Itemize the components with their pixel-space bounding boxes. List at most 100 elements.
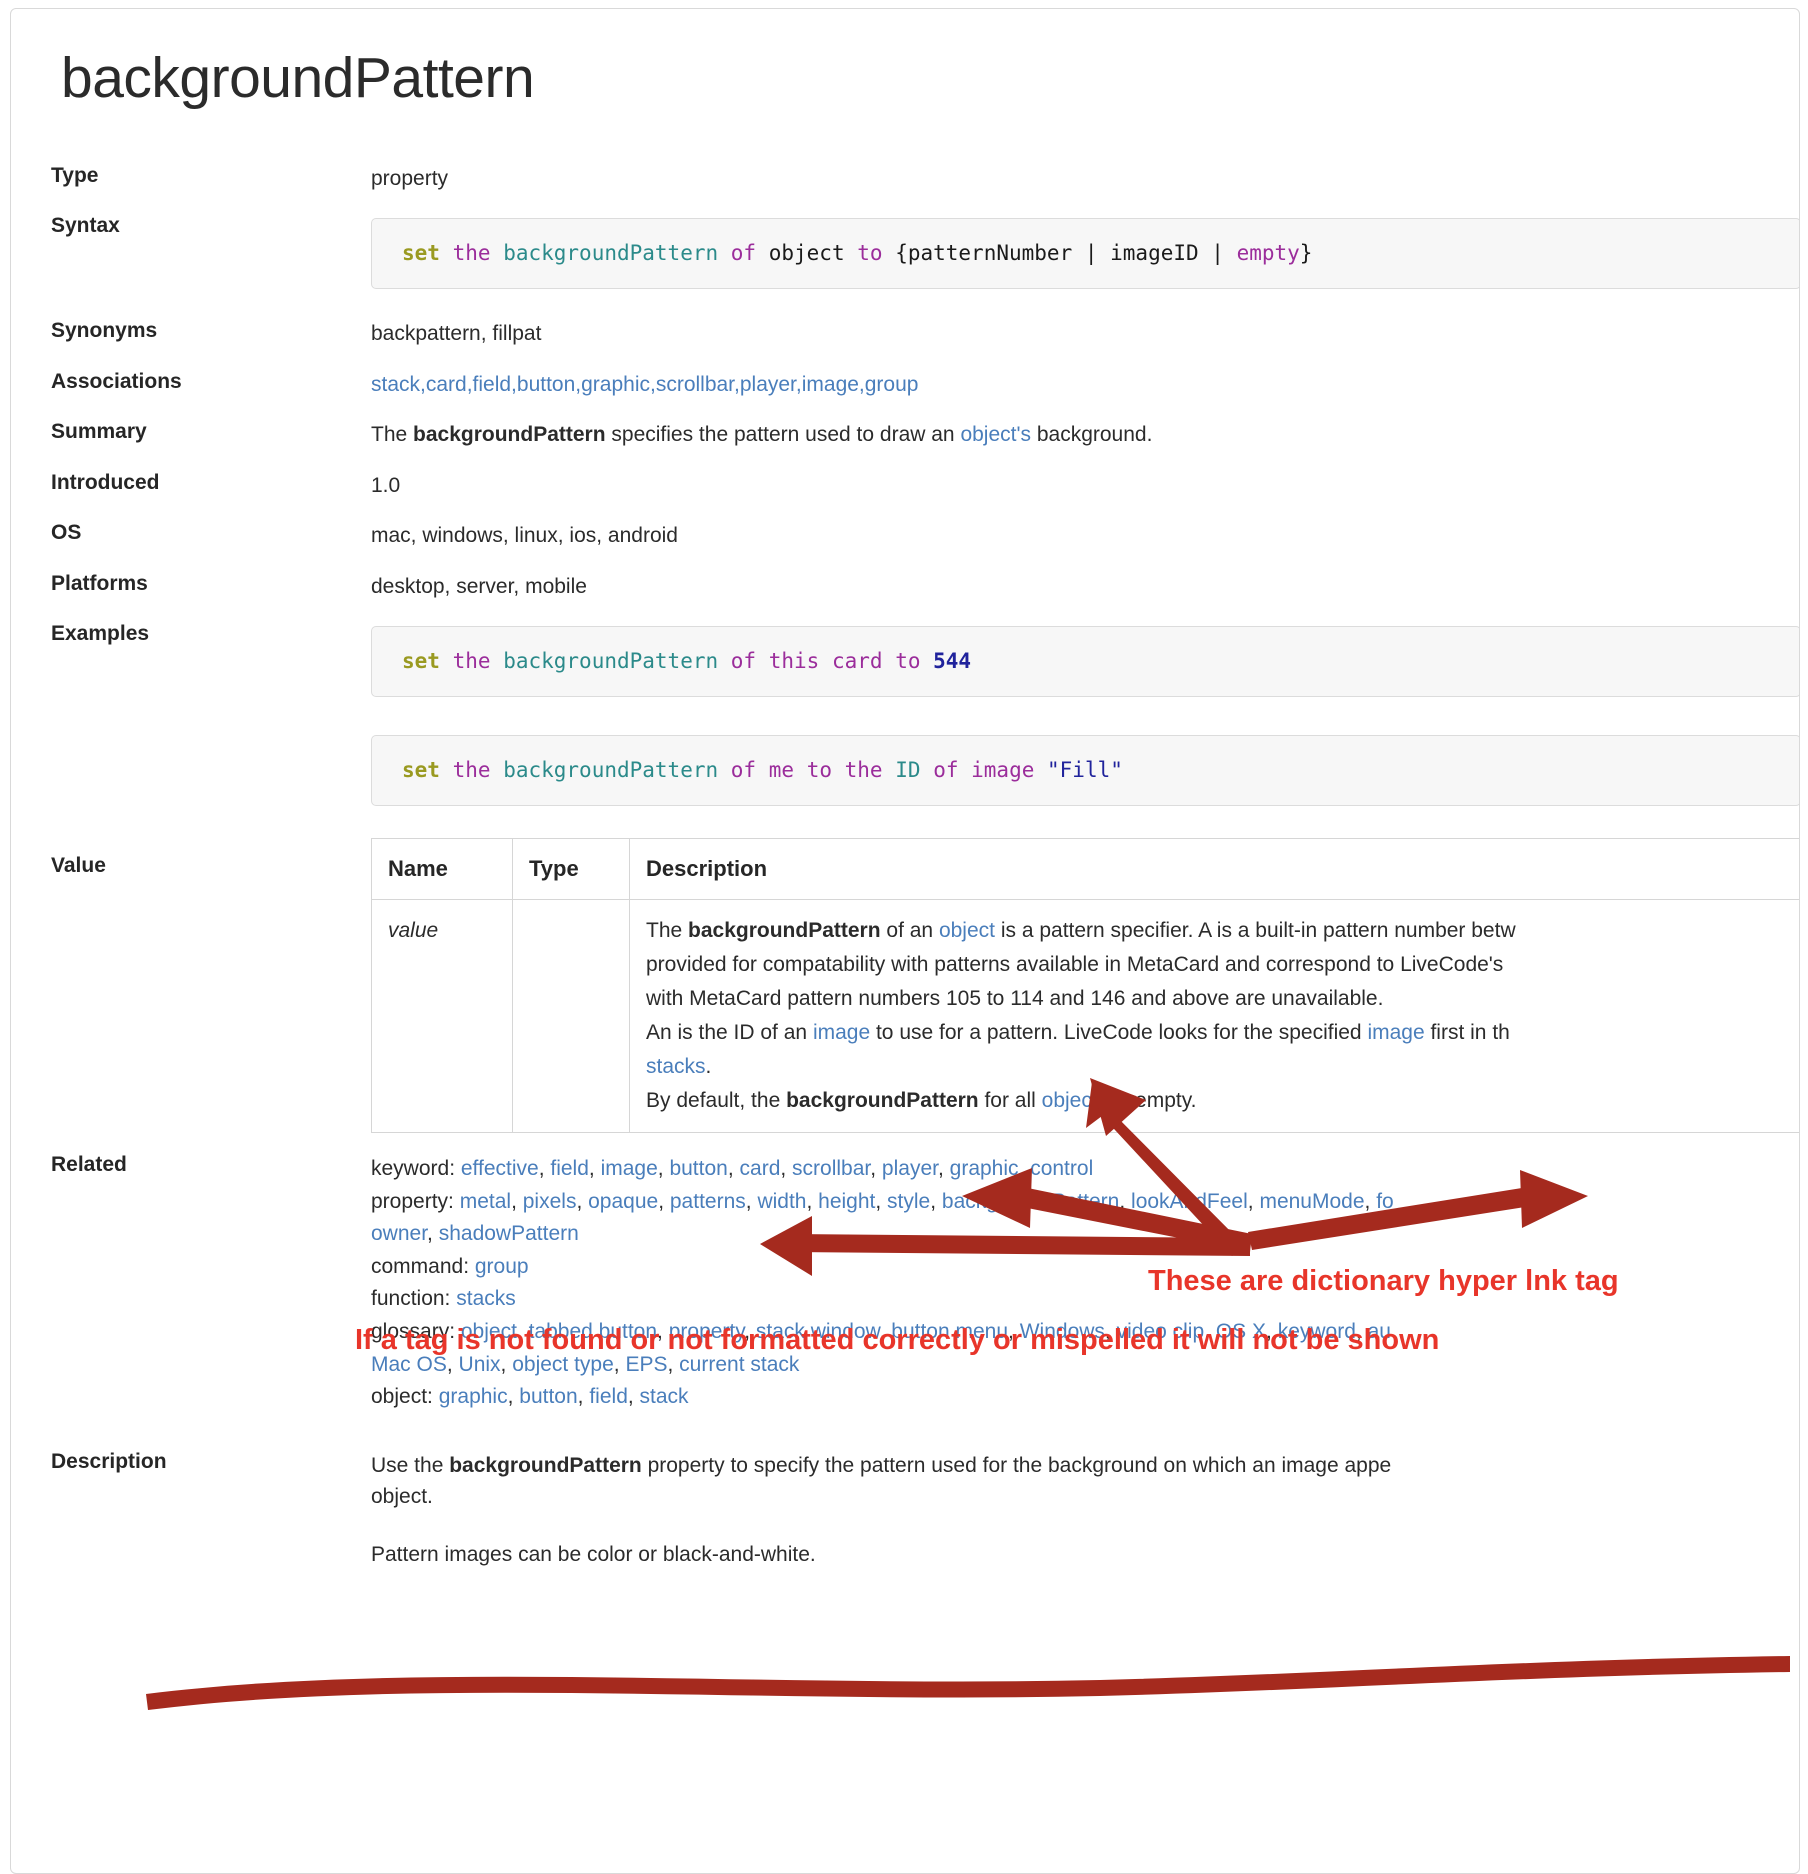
value-table-row: value The backgroundPattern of an object… (371, 899, 1799, 1134)
related-link[interactable]: metal (460, 1190, 511, 1213)
related-link[interactable]: button (669, 1157, 727, 1180)
related-link[interactable]: width (757, 1190, 806, 1213)
related-link[interactable]: Mac OS (371, 1353, 447, 1376)
related-link[interactable]: style (887, 1190, 930, 1213)
value-description-link[interactable]: image (1367, 1021, 1424, 1044)
related-line: owner, shadowPattern (371, 1218, 1799, 1251)
related-link[interactable]: au (1368, 1320, 1391, 1343)
related-link[interactable]: image (601, 1157, 658, 1180)
value-type: property (371, 166, 449, 190)
value-description-link[interactable]: object (939, 919, 995, 942)
related-link[interactable]: player (882, 1157, 938, 1180)
related-link[interactable]: video clip (1117, 1320, 1205, 1343)
related-link[interactable]: backgroundPattern (942, 1190, 1119, 1213)
summary-mid: specifies the pattern used to draw an (605, 423, 961, 447)
value-description-text: The (646, 919, 689, 943)
token-empty: empty (1236, 241, 1300, 266)
label-syntax: Syntax (51, 214, 120, 238)
row-description: Description Use the backgroundPattern pr… (11, 1424, 1799, 1607)
related-link[interactable]: stack window (756, 1320, 880, 1343)
related-separator: , (870, 1157, 882, 1181)
related-link[interactable]: owner (371, 1222, 427, 1245)
related-link[interactable]: EPS (625, 1353, 667, 1376)
ex1-token-value: 544 (933, 648, 972, 673)
related-link[interactable]: current stack (679, 1353, 799, 1376)
value-platforms: desktop, server, mobile (371, 574, 587, 598)
related-link[interactable]: keyword (1278, 1320, 1356, 1343)
related-line-prefix: object: (371, 1385, 439, 1409)
value-description-link[interactable]: image (813, 1021, 870, 1044)
ex2-token-id: ID (895, 758, 921, 783)
related-separator: , (1364, 1189, 1377, 1213)
related-separator: , (1104, 1320, 1117, 1344)
label-platforms: Platforms (51, 571, 148, 595)
ex1-token-the: the (452, 648, 491, 673)
value-description-link[interactable]: stacks (646, 1055, 706, 1078)
related-link[interactable]: stack (640, 1385, 689, 1408)
related-link[interactable]: lookAndFeel (1131, 1190, 1248, 1213)
value-summary: The backgroundPattern specifies the patt… (371, 410, 1799, 460)
value-description-bold: backgroundPattern (688, 919, 881, 943)
associations-links[interactable]: stack,card,field,button,graphic,scrollba… (371, 373, 918, 396)
related-link[interactable]: effective (461, 1157, 539, 1180)
related-link[interactable]: graphic (950, 1157, 1019, 1180)
value-description-text: By default, the (646, 1089, 787, 1113)
related-separator: , (577, 1385, 590, 1409)
label-introduced: Introduced (51, 470, 160, 494)
value-os: mac, windows, linux, ios, android (371, 524, 678, 548)
value-th-description: Description (629, 838, 1799, 901)
desc-p1-pre: Use the (371, 1453, 450, 1477)
label-related: Related (51, 1153, 127, 1177)
related-link[interactable]: OS X (1216, 1320, 1266, 1343)
related-link[interactable]: Windows (1020, 1320, 1105, 1343)
related-link[interactable]: opaque (588, 1190, 658, 1213)
related-link[interactable]: button menu (891, 1320, 1008, 1343)
related-link[interactable]: control (1030, 1157, 1093, 1180)
related-line-prefix: keyword: (371, 1157, 461, 1181)
related-separator: , (744, 1320, 756, 1344)
value-description-link[interactable]: objects (1042, 1089, 1109, 1112)
related-link[interactable]: fo (1376, 1190, 1394, 1213)
related-separator: , (516, 1320, 529, 1344)
related-separator: , (875, 1189, 888, 1213)
related-link[interactable]: card (740, 1157, 781, 1180)
related-link[interactable]: Unix (459, 1353, 501, 1376)
related-link[interactable]: patterns (670, 1190, 746, 1213)
related-link[interactable]: stacks (456, 1287, 516, 1310)
property-card: backgroundPattern Type property Syntax s… (10, 8, 1800, 1874)
related-line-prefix: function: (371, 1287, 457, 1311)
ex1-token-property: backgroundPattern (503, 648, 719, 673)
ex2-token-property: backgroundPattern (503, 758, 719, 783)
related-link[interactable]: menuMode (1259, 1190, 1364, 1213)
related-link[interactable]: scrollbar (792, 1157, 870, 1180)
related-line: object: graphic, button, field, stack (371, 1381, 1799, 1414)
related-link[interactable]: object type (512, 1353, 614, 1376)
related-separator: , (1266, 1320, 1278, 1344)
ex1-token-to: to (895, 648, 921, 673)
related-line: property: metal, pixels, opaque, pattern… (371, 1186, 1799, 1219)
value-syntax: set the backgroundPattern of object to {… (371, 204, 1799, 309)
related-link[interactable]: pixels (523, 1190, 577, 1213)
related-link[interactable]: property (669, 1320, 744, 1343)
value-related: keyword: effective, field, image, button… (371, 1143, 1799, 1423)
row-summary: Summary The backgroundPattern specifies … (11, 410, 1799, 460)
related-link[interactable]: shadowPattern (439, 1222, 579, 1245)
token-the: the (452, 241, 491, 266)
related-link[interactable]: height (818, 1190, 875, 1213)
related-link[interactable]: graphic (439, 1385, 508, 1408)
ex2-token-of: of (730, 758, 757, 783)
value-description-text: An is the ID of an (646, 1021, 813, 1045)
value-description-text: . (705, 1055, 712, 1079)
summary-link-objects[interactable]: object's (960, 423, 1031, 446)
related-link[interactable]: button (519, 1385, 577, 1408)
related-link[interactable]: field (550, 1157, 589, 1180)
related-link[interactable]: tabbed button (529, 1320, 657, 1343)
ex1-token-of: of (730, 648, 757, 673)
related-link[interactable]: field (589, 1385, 628, 1408)
related-separator: , (657, 1157, 670, 1181)
related-link[interactable]: object (461, 1320, 517, 1343)
related-link[interactable]: group (475, 1255, 529, 1278)
ex1-token-target: this card (768, 648, 883, 673)
ex2-token-string: "Fill" (1047, 758, 1123, 783)
value-description-text: for all (978, 1089, 1042, 1113)
